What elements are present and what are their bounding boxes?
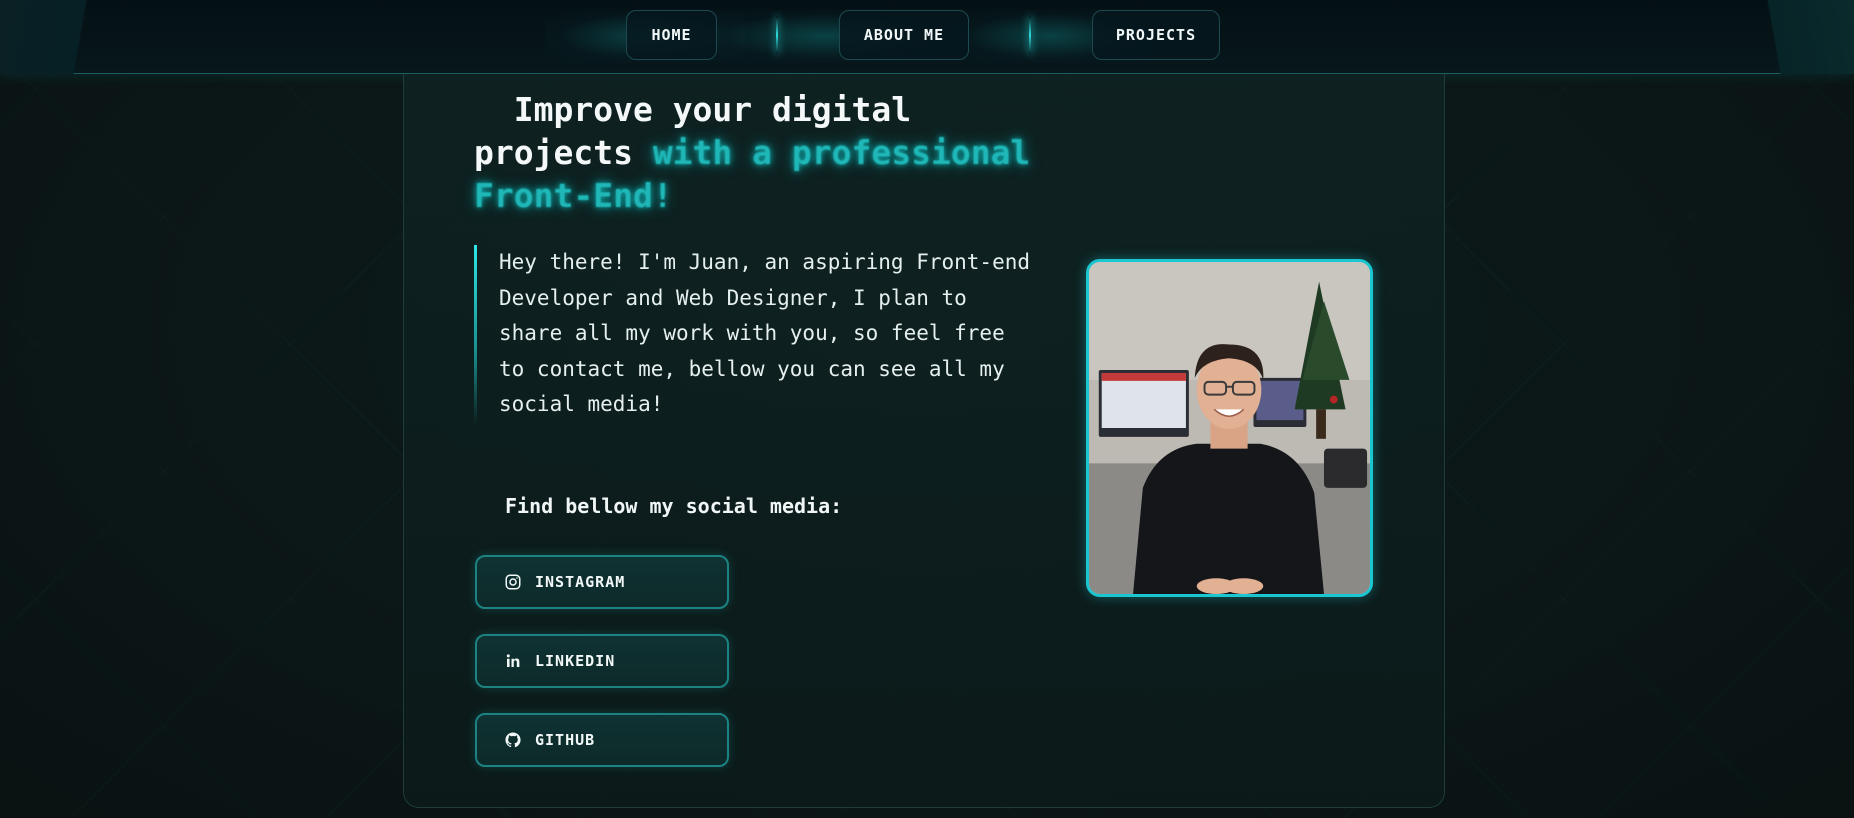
linkedin-icon bbox=[504, 652, 522, 670]
nav-spark bbox=[1029, 16, 1031, 54]
github-button[interactable]: GITHUB bbox=[475, 713, 729, 767]
navbar-right-wing bbox=[1724, 0, 1854, 74]
instagram-label: INSTAGRAM bbox=[535, 573, 626, 591]
top-navbar: HOME ABOUT ME PROJECTS bbox=[0, 0, 1854, 74]
nav-projects-link[interactable]: PROJECTS bbox=[1092, 10, 1220, 60]
instagram-button[interactable]: INSTAGRAM bbox=[475, 555, 729, 609]
nav-about-me-link[interactable]: ABOUT ME bbox=[839, 10, 969, 60]
instagram-icon bbox=[504, 573, 522, 591]
profile-photo bbox=[1086, 259, 1373, 597]
nav-spark bbox=[776, 16, 778, 54]
social-heading: Find bellow my social media: bbox=[505, 494, 843, 518]
linkedin-label: LINKEDIN bbox=[535, 652, 616, 670]
linkedin-button[interactable]: LINKEDIN bbox=[475, 634, 729, 688]
navbar-left-wing bbox=[0, 0, 130, 74]
hero-headline: Improve your digital projects with a pro… bbox=[474, 88, 1034, 217]
intro-paragraph: Hey there! I'm Juan, an aspiring Front-e… bbox=[474, 245, 1034, 423]
github-label: GITHUB bbox=[535, 731, 596, 749]
nav-home-link[interactable]: HOME bbox=[626, 10, 717, 60]
github-icon bbox=[504, 731, 522, 749]
